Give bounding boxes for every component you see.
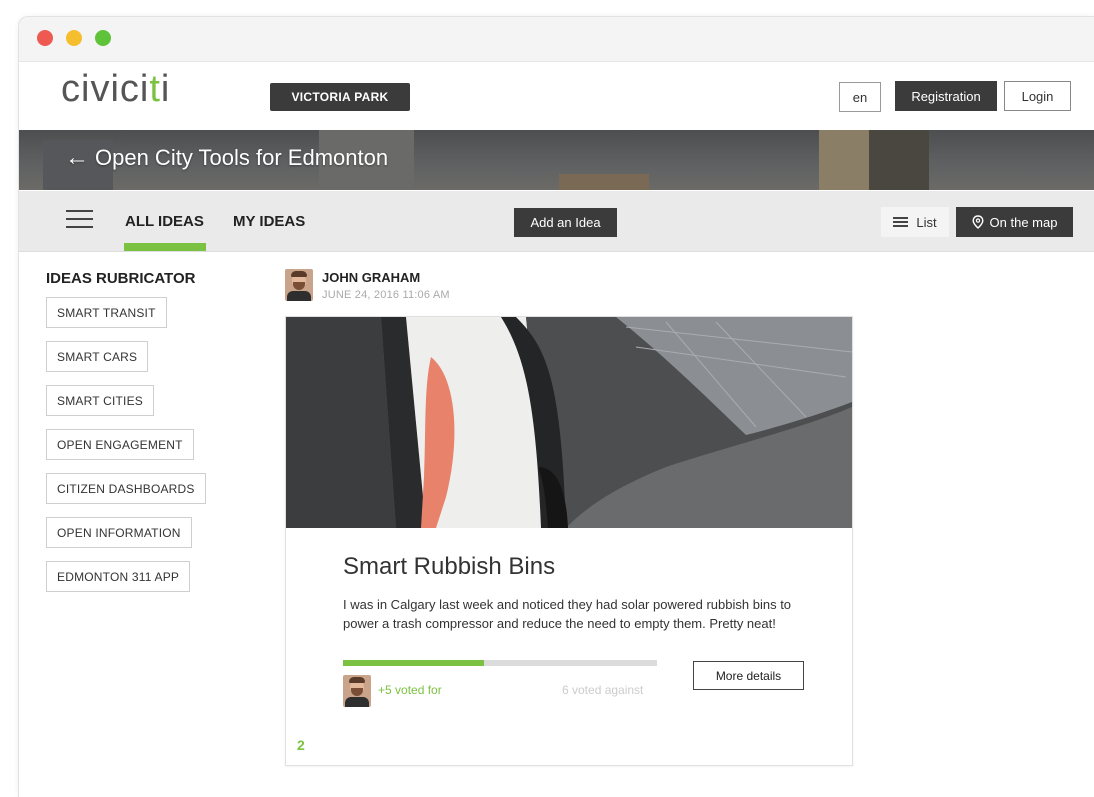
rubric-smart-cars[interactable]: SMART CARS bbox=[46, 341, 149, 372]
votes-for-count[interactable]: +5 voted for bbox=[378, 683, 442, 697]
rubric-smart-transit[interactable]: SMART TRANSIT bbox=[46, 297, 167, 328]
banner-title-text: Open City Tools for Edmonton bbox=[95, 145, 389, 170]
list-view-button[interactable]: List bbox=[881, 207, 949, 237]
vote-progress-fill bbox=[343, 660, 485, 666]
maximize-window-button[interactable] bbox=[95, 30, 111, 46]
active-tab-indicator bbox=[124, 243, 206, 251]
rubric-open-engagement[interactable]: OPEN ENGAGEMENT bbox=[46, 429, 194, 460]
window-titlebar bbox=[19, 17, 1094, 62]
idea-image[interactable] bbox=[286, 317, 852, 528]
back-arrow-icon[interactable]: ← bbox=[65, 144, 89, 172]
tab-all-ideas[interactable]: ALL IDEAS bbox=[125, 213, 204, 230]
voter-avatar[interactable] bbox=[343, 675, 371, 707]
list-view-label: List bbox=[916, 214, 937, 230]
civiciti-logo[interactable]: civiciti bbox=[61, 68, 170, 111]
banner-title[interactable]: ← Open City Tools for Edmonton bbox=[65, 144, 388, 172]
author-name[interactable]: JOHN GRAHAM bbox=[322, 270, 420, 285]
add-idea-button[interactable]: Add an Idea bbox=[514, 208, 617, 237]
rubric-citizen-dashboards[interactable]: CITIZEN DASHBOARDS bbox=[46, 473, 206, 504]
minimize-window-button[interactable] bbox=[66, 30, 82, 46]
rubric-open-information[interactable]: OPEN INFORMATION bbox=[46, 517, 192, 548]
idea-description: I was in Calgary last week and noticed t… bbox=[343, 597, 792, 631]
ideas-navbar: ALL IDEAS MY IDEAS Add an Idea List On t… bbox=[19, 191, 1094, 252]
idea-title[interactable]: Smart Rubbish Bins bbox=[343, 553, 555, 581]
registration-button[interactable]: Registration bbox=[895, 81, 997, 111]
rubric-edmonton-311-app[interactable]: EDMONTON 311 APP bbox=[46, 561, 191, 592]
tab-my-ideas[interactable]: MY IDEAS bbox=[233, 213, 305, 230]
author-avatar[interactable] bbox=[285, 269, 313, 301]
comment-count[interactable]: 2 bbox=[297, 737, 305, 753]
rubricator-title: IDEAS RUBRICATOR bbox=[46, 270, 196, 287]
list-icon bbox=[893, 216, 909, 228]
map-pin-icon bbox=[972, 215, 984, 229]
votes-against-count[interactable]: 6 voted against bbox=[562, 683, 643, 697]
more-details-button[interactable]: More details bbox=[693, 661, 804, 690]
logo-text-accent: t bbox=[149, 68, 161, 110]
city-banner: ← Open City Tools for Edmonton bbox=[19, 130, 1094, 190]
logo-text-prefix: civici bbox=[61, 68, 150, 110]
banner-building bbox=[869, 130, 929, 190]
rubric-smart-cities[interactable]: SMART CITIES bbox=[46, 385, 154, 416]
district-button[interactable]: VICTORIA PARK bbox=[270, 83, 410, 111]
solar-bin-photo bbox=[286, 317, 852, 528]
login-button[interactable]: Login bbox=[1004, 81, 1071, 111]
idea-card: Smart Rubbish Bins I was in Calgary last… bbox=[285, 316, 853, 766]
close-window-button[interactable] bbox=[37, 30, 53, 46]
map-view-button[interactable]: On the map bbox=[956, 207, 1073, 237]
rubricator-list: SMART TRANSIT SMART CARS SMART CITIES OP… bbox=[46, 297, 206, 605]
map-view-label: On the map bbox=[989, 214, 1058, 230]
banner-building bbox=[559, 174, 649, 190]
menu-icon[interactable] bbox=[66, 210, 93, 230]
site-header: civiciti VICTORIA PARK en Registration L… bbox=[19, 62, 1094, 130]
logo-text-suffix: i bbox=[160, 68, 171, 110]
vote-progress-bar bbox=[343, 660, 657, 666]
idea-date: JUNE 24, 2016 11:06 AM bbox=[322, 289, 450, 301]
language-button[interactable]: en bbox=[839, 82, 881, 112]
